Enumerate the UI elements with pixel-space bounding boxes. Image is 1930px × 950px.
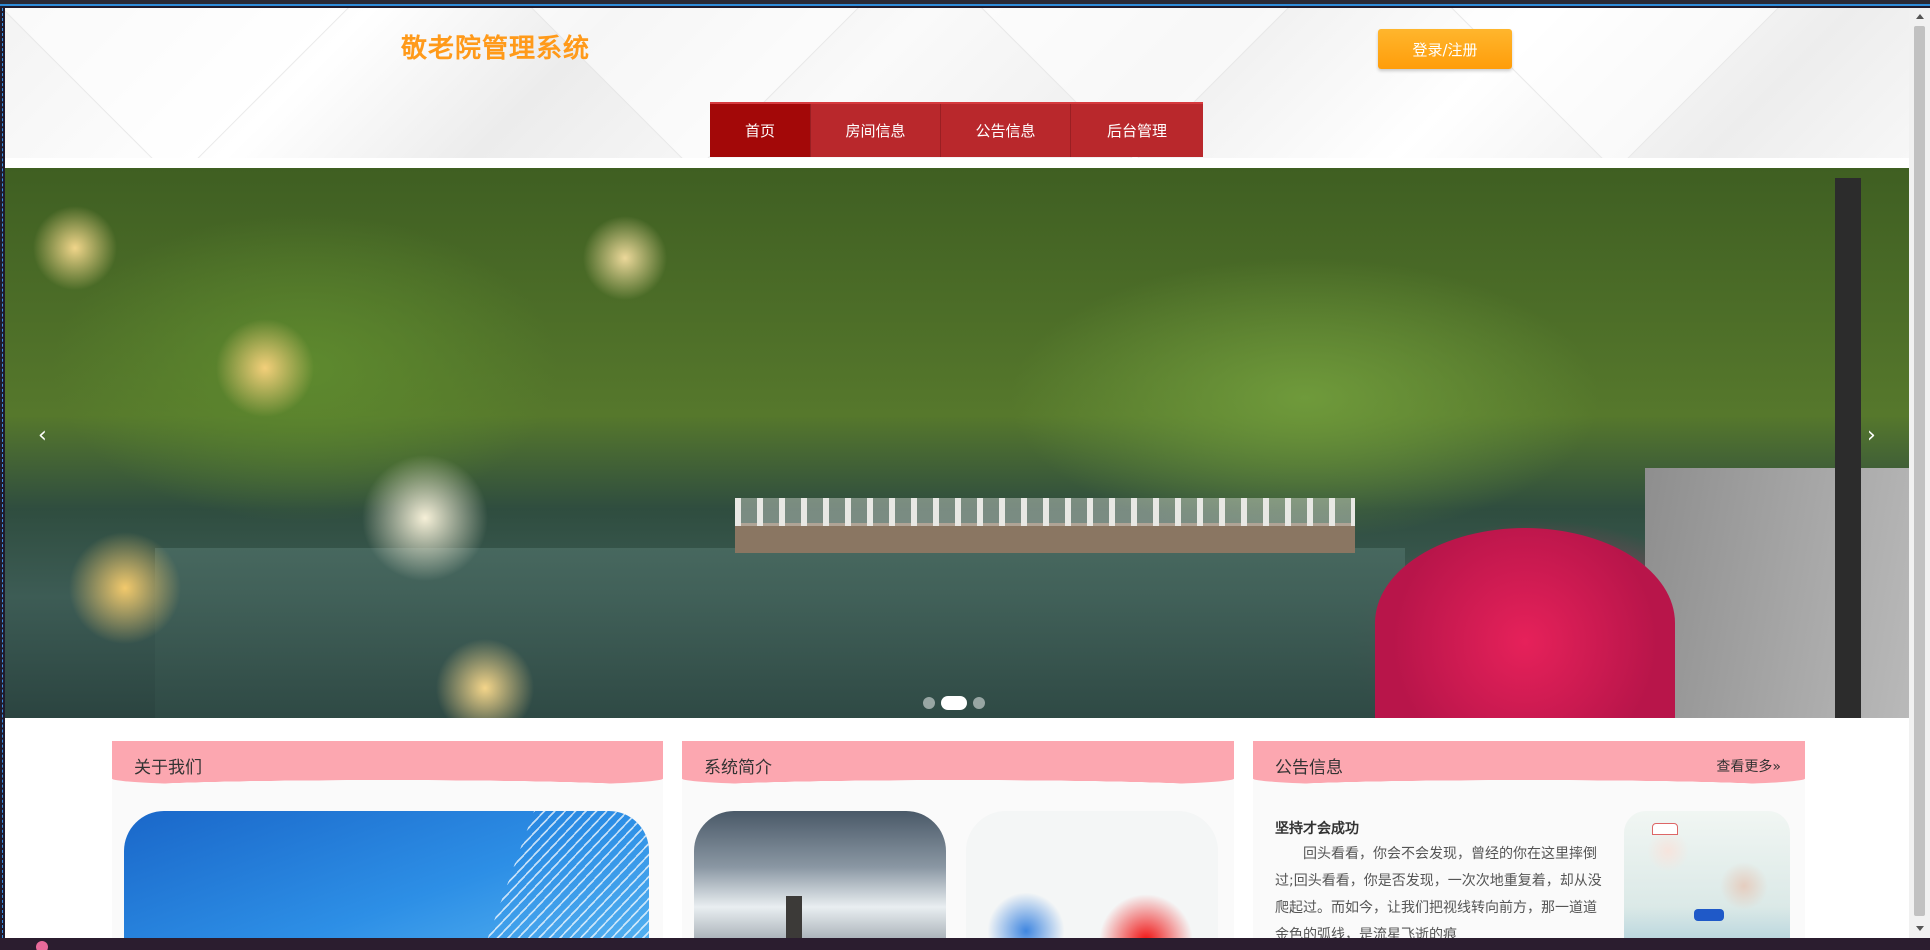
dumbbell (1694, 909, 1724, 921)
vertical-scrollbar[interactable] (1909, 8, 1930, 938)
system-intro-card: 系统简介 (682, 741, 1234, 938)
page-boundary-guide (2, 8, 3, 938)
notice-body: 回头看看，你会不会发现，曾经的你在这里摔倒过;回头看看，你是否发现，一次次地重复… (1275, 846, 1602, 938)
login-register-button[interactable]: 登录/注册 (1378, 29, 1512, 69)
nav-item-rooms[interactable]: 房间信息 (811, 104, 941, 157)
nav-item-admin[interactable]: 后台管理 (1071, 104, 1203, 157)
nav-item-notices[interactable]: 公告信息 (941, 104, 1071, 157)
intro-image-hearts[interactable] (966, 811, 1218, 938)
carousel-dot-2[interactable] (941, 696, 967, 710)
page: 敬老院管理系统 登录/注册 首页 房间信息 公告信息 后台管理 ‹ › 关于我们 (5, 8, 1909, 938)
scrollbar-thumb[interactable] (1914, 26, 1925, 916)
about-us-image[interactable] (124, 811, 649, 938)
taskbar (0, 938, 1930, 950)
carousel-next-arrow-icon[interactable]: › (1867, 423, 1876, 448)
header-decoration (5, 8, 359, 158)
hero-railing (735, 498, 1355, 526)
site-header: 敬老院管理系统 登录/注册 首页 房间信息 公告信息 后台管理 (5, 8, 1909, 158)
view-more-label: 查看更多 (1716, 759, 1773, 775)
light-rays-decoration (486, 811, 649, 938)
window-top-bar (0, 0, 1930, 6)
intro-image-mountain[interactable] (694, 811, 946, 938)
carousel-dot-1[interactable] (923, 697, 935, 709)
tower-silhouette (786, 896, 802, 938)
scroll-up-arrow-icon[interactable] (1916, 14, 1924, 19)
notice-headline[interactable]: 坚持才会成功 (1275, 818, 1359, 838)
card-title: 关于我们 (134, 758, 202, 778)
nurse-cap (1652, 823, 1678, 835)
notice-image-nurse[interactable] (1624, 811, 1790, 938)
card-header: 系统简介 (682, 741, 1234, 788)
carousel-indicators (923, 696, 985, 710)
notice-card: 公告信息 查看更多» 坚持才会成功 回头看看，你会不会发现，曾经的你在这里摔倒过… (1253, 741, 1805, 938)
card-header: 公告信息 查看更多» (1253, 741, 1805, 788)
card-title: 系统简介 (704, 758, 772, 778)
hero-bank (735, 523, 1355, 553)
hero-lamp-post (1835, 178, 1861, 718)
card-header: 关于我们 (112, 741, 663, 788)
about-us-card: 关于我们 (112, 741, 663, 938)
carousel-prev-arrow-icon[interactable]: ‹ (38, 423, 47, 448)
double-chevron-right-icon: » (1772, 759, 1781, 775)
hero-road (1645, 468, 1909, 718)
hero-carousel[interactable]: ‹ › (5, 168, 1909, 718)
nav-item-home[interactable]: 首页 (710, 104, 811, 157)
view-more-link[interactable]: 查看更多» (1716, 756, 1781, 776)
carousel-dot-3[interactable] (973, 697, 985, 709)
taskbar-app-icon[interactable] (36, 941, 48, 950)
scroll-down-arrow-icon[interactable] (1916, 926, 1924, 931)
card-title: 公告信息 (1275, 758, 1343, 778)
main-nav: 首页 房间信息 公告信息 后台管理 (710, 102, 1203, 157)
hero-flower-bush (1375, 528, 1675, 718)
hero-blossoms (5, 168, 765, 718)
site-title: 敬老院管理系统 (401, 34, 591, 64)
